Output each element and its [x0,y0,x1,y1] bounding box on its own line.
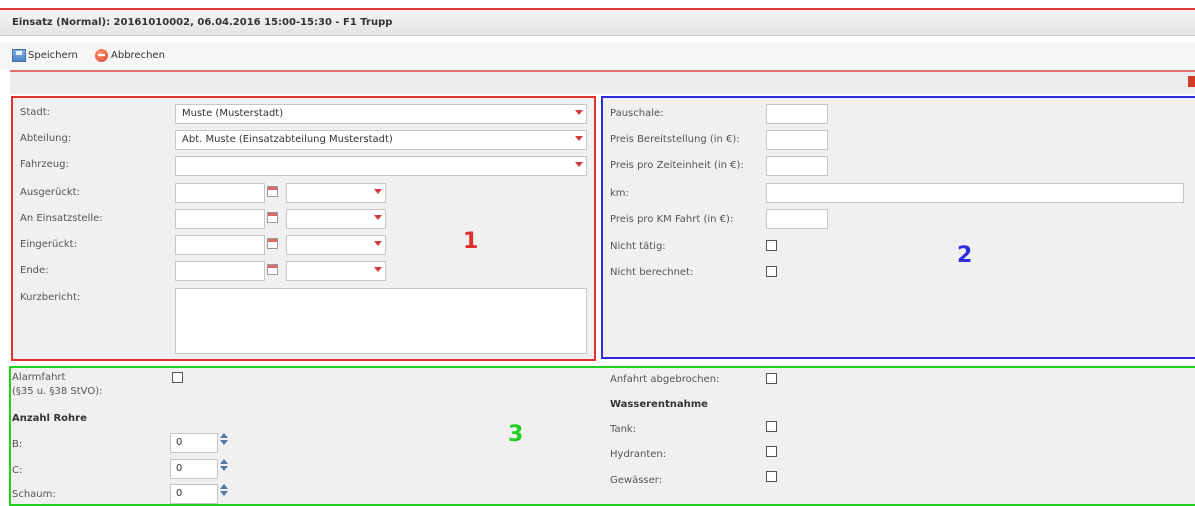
cancel-button[interactable]: Abbrechen [95,49,165,62]
rohre-c-stepper[interactable]: 0 [170,459,218,479]
chevron-down-icon [575,136,583,141]
an-einsatzstelle-time-select[interactable] [286,209,386,229]
section-3-marker: 3 [508,422,524,447]
eingerueckt-label: Eingerückt: [20,239,77,250]
section-1-marker: 1 [463,229,479,254]
tank-checkbox[interactable] [766,421,777,432]
kurzbericht-textarea[interactable] [175,288,587,354]
rohre-b-label: B: [12,439,23,450]
calendar-icon[interactable] [267,186,278,197]
chevron-down-icon[interactable] [220,491,228,496]
alarmfahrt-label-sub: (§35 u. §38 StVO): [12,386,103,397]
anfahrt-abgebrochen-checkbox[interactable] [766,373,777,384]
chevron-down-icon [575,162,583,167]
ausgerueckt-date-input[interactable] [175,183,265,203]
abteilung-select[interactable]: Abt. Muste (Einsatzabteilung Musterstadt… [175,130,587,150]
ende-date-input[interactable] [175,261,265,281]
chevron-up-icon[interactable] [220,459,228,464]
save-button-label: Speichern [28,50,78,61]
ausgerueckt-time-select[interactable] [286,183,386,203]
chevron-down-icon[interactable] [220,466,228,471]
rohre-c-spin-buttons[interactable] [219,458,229,476]
an-einsatzstelle-label: An Einsatzstelle: [20,213,103,224]
wasserentnahme-heading: Wasserentnahme [610,399,708,410]
ende-label: Ende: [20,265,49,276]
nicht-berechnet-label: Nicht berechnet: [610,267,694,278]
anfahrt-abgebrochen-label: Anfahrt abgebrochen: [610,374,720,385]
calendar-icon[interactable] [267,238,278,249]
preis-km-input[interactable] [766,209,828,229]
fahrzeug-label: Fahrzeug: [20,159,69,170]
chevron-down-icon [575,110,583,115]
kurzbericht-label: Kurzbericht: [20,292,81,303]
preis-zeiteinheit-label: Preis pro Zeiteinheit (in €): [610,160,744,171]
chevron-up-icon[interactable] [220,484,228,489]
preis-zeiteinheit-input[interactable] [766,156,828,176]
stadt-select[interactable]: Muste (Musterstadt) [175,104,587,124]
chevron-down-icon [374,189,382,194]
chevron-down-icon [374,267,382,272]
rohre-schaum-label: Schaum: [12,489,56,500]
calendar-icon[interactable] [267,212,278,223]
preis-bereitstellung-input[interactable] [766,130,828,150]
ende-time-select[interactable] [286,261,386,281]
chevron-down-icon [374,215,382,220]
eingerueckt-time-select[interactable] [286,235,386,255]
rohre-schaum-stepper[interactable]: 0 [170,484,218,504]
km-input[interactable] [766,183,1184,203]
gewaesser-checkbox[interactable] [766,471,777,482]
abteilung-label: Abteilung: [20,133,72,144]
chevron-up-icon[interactable] [220,433,228,438]
anzahl-rohre-heading: Anzahl Rohre [12,413,87,424]
save-icon [12,49,26,62]
chevron-down-icon [374,241,382,246]
calendar-icon[interactable] [267,264,278,275]
hydranten-label: Hydranten: [610,449,667,460]
km-label: km: [610,188,629,199]
ausgerueckt-label: Ausgerückt: [20,187,80,198]
fahrzeug-select[interactable] [175,156,587,176]
toolbar [0,42,1195,70]
form-header-bar [10,72,1195,94]
tank-label: Tank: [610,424,637,435]
nicht-berechnet-checkbox[interactable] [766,266,777,277]
pauschale-label: Pauschale: [610,108,664,119]
hydranten-checkbox[interactable] [766,446,777,457]
eingerueckt-date-input[interactable] [175,235,265,255]
rohre-c-label: C: [12,465,23,476]
preis-bereitstellung-label: Preis Bereitstellung (in €): [610,134,740,145]
nicht-taetig-checkbox[interactable] [766,240,777,251]
abteilung-select-value: Abt. Muste (Einsatzabteilung Musterstadt… [182,134,393,145]
close-icon[interactable] [1188,76,1195,87]
gewaesser-label: Gewässer: [610,475,663,486]
pauschale-input[interactable] [766,104,828,124]
rohre-b-spin-buttons[interactable] [219,432,229,450]
rohre-schaum-spin-buttons[interactable] [219,483,229,501]
chevron-down-icon[interactable] [220,440,228,445]
cancel-icon [95,49,108,62]
section-2-marker: 2 [957,243,973,268]
preis-km-label: Preis pro KM Fahrt (in €): [610,214,734,225]
an-einsatzstelle-date-input[interactable] [175,209,265,229]
stadt-label: Stadt: [20,107,51,118]
alarmfahrt-checkbox[interactable] [172,372,183,383]
nicht-taetig-label: Nicht tätig: [610,241,666,252]
window-title: Einsatz (Normal): 20161010002, 06.04.201… [12,17,393,28]
stadt-select-value: Muste (Musterstadt) [182,108,284,119]
save-button[interactable]: Speichern [12,49,78,62]
rohre-b-stepper[interactable]: 0 [170,433,218,453]
alarmfahrt-label: Alarmfahrt [12,372,66,383]
cancel-button-label: Abbrechen [111,50,165,61]
